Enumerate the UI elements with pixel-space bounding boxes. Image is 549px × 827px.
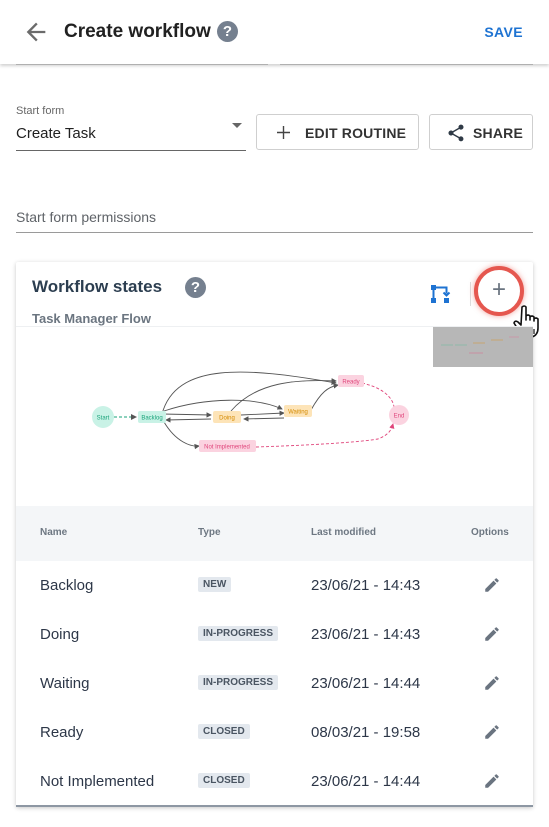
start-form-value: Create Task	[16, 125, 96, 142]
workflow-diagram[interactable]: Start Backlog Doing Waiting Ready End No…	[16, 326, 533, 507]
state-name: Doing	[40, 626, 80, 643]
diagram-node-waiting-label: Waiting	[288, 410, 308, 416]
state-last-modified: 23/06/21 - 14:44	[311, 675, 421, 692]
dropdown-arrow-icon	[232, 123, 242, 128]
diagram-node-start-label: Start	[97, 416, 110, 422]
column-header-options: Options	[471, 527, 509, 538]
diagram-node-doing-label: Doing	[219, 416, 235, 422]
pencil-icon[interactable]	[483, 674, 501, 692]
table-row[interactable]: Waiting IN-PROGRESS 23/06/21 - 14:44	[16, 659, 533, 709]
table-row[interactable]: Doing IN-PROGRESS 23/06/21 - 14:43	[16, 610, 533, 660]
state-last-modified: 08/03/21 - 19:58	[311, 724, 421, 741]
start-form-select[interactable]: Create Task	[16, 120, 246, 151]
column-header-type[interactable]: Type	[198, 527, 221, 538]
state-last-modified: 23/06/21 - 14:43	[311, 577, 421, 594]
card-bottom-border	[16, 805, 533, 807]
column-header-name[interactable]: Name	[40, 527, 67, 538]
diagram-edge	[163, 421, 200, 450]
branch-icon[interactable]	[428, 282, 452, 306]
plus-icon: +	[491, 276, 506, 303]
state-type-badge: NEW	[198, 577, 232, 592]
divider	[16, 64, 268, 65]
diagram-minimap[interactable]	[433, 327, 533, 367]
share-icon	[448, 124, 464, 142]
start-form-permissions-placeholder: Start form permissions	[16, 209, 157, 225]
app-bar: Create workflow ? SAVE	[0, 0, 549, 64]
table-row[interactable]: Not Implemented CLOSED 23/06/21 - 14:44	[16, 757, 533, 807]
state-name: Backlog	[40, 577, 94, 594]
diagram-node-end-label: End	[394, 414, 405, 420]
diagram-edge	[163, 399, 283, 412]
diagram-edge	[310, 383, 339, 411]
start-form-permissions-field[interactable]: Start form permissions	[16, 200, 533, 233]
state-type-badge: CLOSED	[198, 724, 250, 739]
plus-icon	[277, 126, 290, 139]
state-type-badge: IN-PROGRESS	[198, 626, 279, 641]
state-name: Waiting	[40, 675, 90, 692]
table-row[interactable]: Backlog NEW 23/06/21 - 14:43	[16, 561, 533, 611]
edit-routine-button[interactable]: EDIT ROUTINE	[256, 114, 419, 150]
state-name: Ready	[40, 724, 84, 741]
diagram-edge	[361, 382, 398, 414]
pencil-icon[interactable]	[483, 772, 501, 790]
state-last-modified: 23/06/21 - 14:43	[311, 626, 421, 643]
states-table-header: Name Type Last modified Options	[16, 506, 533, 562]
divider	[280, 64, 533, 65]
diagram-node-backlog-label: Backlog	[141, 416, 162, 422]
divider	[470, 282, 471, 306]
column-header-last-modified[interactable]: Last modified	[311, 527, 376, 538]
save-button[interactable]: SAVE	[484, 24, 523, 40]
diagram-edge	[161, 412, 212, 418]
page-title: Create workflow	[64, 21, 211, 42]
pencil-icon[interactable]	[483, 723, 501, 741]
edit-routine-label: EDIT ROUTINE	[305, 125, 407, 141]
state-name: Not Implemented	[40, 773, 155, 790]
pencil-icon[interactable]	[483, 625, 501, 643]
diagram-edge	[240, 410, 285, 416]
state-type-badge: IN-PROGRESS	[198, 675, 279, 690]
share-button[interactable]: SHARE	[429, 114, 533, 150]
help-icon[interactable]: ?	[217, 21, 238, 42]
diagram-node-not-implemented-label: Not Implemented	[204, 445, 250, 451]
table-row[interactable]: Ready CLOSED 08/03/21 - 19:58	[16, 708, 533, 758]
state-type-badge: CLOSED	[198, 773, 250, 788]
minimap-canvas	[441, 336, 519, 354]
workflow-subtitle: Task Manager Flow	[32, 311, 151, 326]
diagram-node-ready-label: Ready	[342, 380, 359, 386]
state-last-modified: 23/06/21 - 14:44	[311, 773, 421, 790]
diagram-edge	[243, 416, 285, 422]
diagram-edge	[165, 417, 212, 423]
pencil-icon[interactable]	[483, 576, 501, 594]
diagram-edge	[255, 423, 395, 448]
workflow-states-title: Workflow states	[32, 277, 163, 296]
help-icon[interactable]: ?	[185, 277, 206, 298]
start-form-label: Start form	[16, 105, 65, 117]
workflow-states-card: Workflow states ? Task Manager Flow + St…	[16, 262, 539, 807]
share-label: SHARE	[473, 125, 524, 141]
back-arrow-icon[interactable]	[22, 18, 50, 46]
